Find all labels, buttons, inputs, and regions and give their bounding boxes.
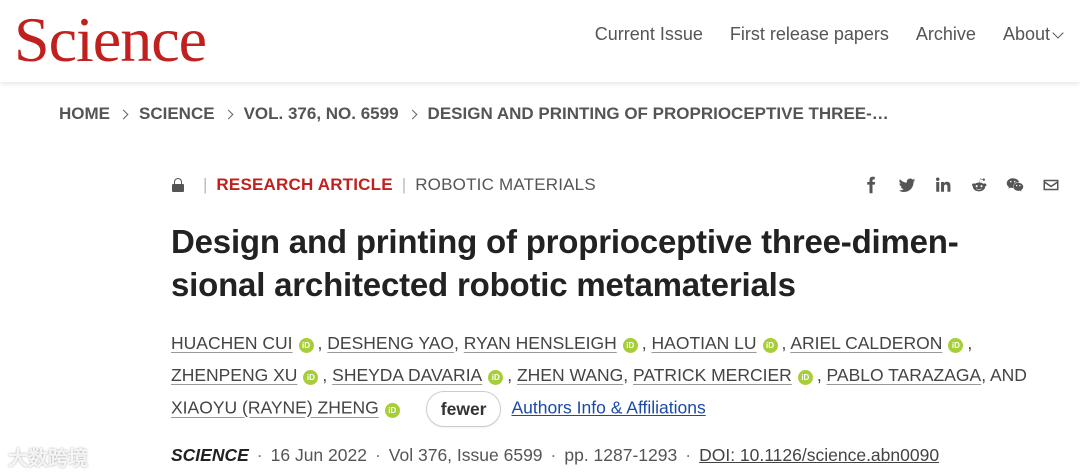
chevron-right-icon	[407, 109, 417, 119]
breadcrumb-volume[interactable]: VOL. 376, NO. 6599	[244, 104, 399, 124]
author-list: HUACHEN CUI iD, DESHENG YAO, RYAN HENSLEI…	[171, 327, 1066, 427]
author-name[interactable]: SHEYDA DAVARIA	[332, 365, 482, 385]
journal-name: SCIENCE	[171, 445, 249, 465]
chevron-right-icon	[223, 109, 234, 119]
article-type: RESEARCH ARTICLE	[216, 175, 393, 194]
author-name[interactable]: HUACHEN CUI	[171, 333, 293, 353]
author-name[interactable]: XIAOYU (RAYNE) ZHENG	[171, 398, 379, 418]
site-header: Science Current Issue First release pape…	[0, 0, 1080, 82]
author-name[interactable]: ARIEL CALDERON	[790, 333, 942, 353]
reddit-icon[interactable]	[970, 176, 988, 194]
author-separator: ,	[454, 333, 464, 353]
doi-link[interactable]: DOI: 10.1126/science.abn0090	[699, 445, 939, 465]
orcid-icon[interactable]: iD	[298, 338, 314, 353]
chevron-right-icon	[118, 109, 129, 119]
separator-dot: ·	[685, 445, 692, 465]
chevron-down-icon	[1052, 27, 1064, 39]
orcid-icon[interactable]: iD	[384, 402, 400, 418]
article-title: Design and printing of proprioceptive th…	[171, 223, 959, 303]
author-separator: ,	[641, 333, 652, 353]
breadcrumb-science[interactable]: SCIENCE	[139, 104, 215, 124]
volume-issue[interactable]: Vol 376, Issue 6599	[389, 445, 543, 465]
breadcrumb: HOME SCIENCE VOL. 376, NO. 6599 DESIGN A…	[59, 104, 889, 124]
author-name[interactable]: DESHENG YAO	[327, 333, 454, 353]
article-meta: | RESEARCH ARTICLE | ROBOTIC MATERIALS	[172, 175, 596, 195]
orcid-icon[interactable]: iD	[303, 370, 319, 385]
nav-about-label: About	[1002, 24, 1050, 44]
lock-icon	[172, 178, 184, 192]
wechat-icon[interactable]	[1006, 176, 1024, 194]
page-range: pp. 1287-1293	[564, 445, 678, 465]
author-separator: ,	[322, 365, 333, 385]
orcid-icon[interactable]: iD	[762, 338, 778, 353]
and-label: AND	[989, 365, 1027, 385]
separator-dot: ·	[256, 445, 263, 465]
twitter-icon[interactable]	[898, 176, 916, 194]
publication-date: 16 Jun 2022	[270, 445, 367, 465]
separator-dot: ·	[374, 445, 381, 465]
author-name[interactable]: PATRICK MERCIER	[633, 365, 792, 385]
email-icon[interactable]	[1042, 176, 1060, 194]
authors-affiliations-link[interactable]: Authors Info & Affiliations	[511, 398, 705, 418]
orcid-icon[interactable]: iD	[948, 338, 964, 353]
divider: |	[401, 175, 407, 194]
citation-line: SCIENCE · 16 Jun 2022 · Vol 376, Issue 6599 ·…	[171, 445, 939, 466]
author-separator: ,	[507, 365, 517, 385]
author-name[interactable]: ZHEN WANG	[517, 365, 623, 385]
author-name[interactable]: PABLO TARAZAGA	[827, 365, 982, 385]
author-separator: ,	[816, 365, 827, 385]
nav-first-release[interactable]: First release papers	[730, 22, 889, 46]
share-bar	[862, 176, 1060, 194]
author-separator: ,	[967, 333, 973, 353]
author-name[interactable]: HAOTIAN LU	[652, 333, 757, 353]
linkedin-icon[interactable]	[934, 176, 952, 194]
fewer-authors-button[interactable]: fewer	[425, 391, 502, 427]
watermark: 大数跨境	[8, 448, 88, 470]
breadcrumb-current: DESIGN AND PRINTING OF PROPRIOCEPTIVE TH…	[427, 104, 889, 123]
nav-archive[interactable]: Archive	[916, 22, 976, 46]
science-logo[interactable]: Science	[14, 4, 207, 76]
orcid-icon[interactable]: iD	[622, 338, 638, 353]
nav-about[interactable]: About	[1002, 22, 1064, 46]
author-name[interactable]: RYAN HENSLEIGH	[464, 333, 617, 353]
author-separator: ,	[623, 365, 633, 385]
article-category[interactable]: ROBOTIC MATERIALS	[415, 175, 596, 195]
breadcrumb-home[interactable]: HOME	[59, 104, 110, 124]
orcid-icon[interactable]: iD	[797, 370, 813, 385]
divider: |	[203, 175, 208, 194]
author-separator: ,	[981, 365, 990, 385]
nav-current-issue[interactable]: Current Issue	[595, 22, 703, 46]
author-separator: ,	[317, 333, 328, 353]
orcid-icon[interactable]: iD	[488, 370, 504, 385]
separator-dot: ·	[550, 445, 557, 465]
main-nav: Current Issue First release papers Archi…	[595, 22, 1064, 46]
author-separator: ,	[781, 333, 791, 353]
author-name[interactable]: ZHENPENG XU	[171, 365, 297, 385]
facebook-icon[interactable]	[862, 176, 880, 194]
